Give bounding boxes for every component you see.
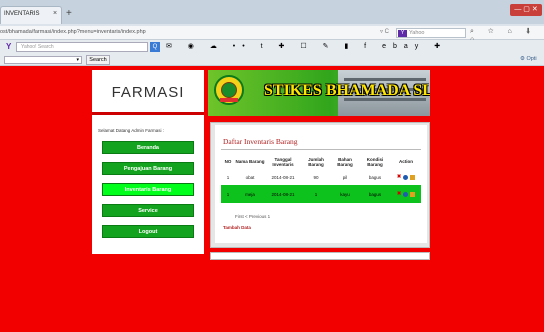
column-header-bahan: Bahan Barang: [337, 156, 353, 167]
cell-kondisi: bagus: [359, 185, 391, 203]
menu-beranda-button[interactable]: Beranda: [102, 141, 194, 154]
yahoo-icon: Y: [398, 30, 407, 37]
edit-icon[interactable]: [410, 191, 416, 197]
welcome-text: Selamat Datang Admin Farmasi :: [98, 128, 165, 133]
cell-nama: meja: [235, 185, 265, 203]
banner-divider: [208, 116, 430, 120]
reload-icon[interactable]: ▿ C: [380, 28, 389, 35]
sidebar: FARMASI Selamat Datang Admin Farmasi : B…: [92, 70, 204, 254]
cell-kondisi: bagus: [359, 169, 391, 185]
brand-title: FARMASI: [111, 84, 185, 101]
header-banner: STIKES BHAMADA SLAWI: [208, 70, 430, 116]
delete-icon[interactable]: ✖: [397, 191, 402, 197]
browser-tab[interactable]: INVENTARIS ×: [0, 6, 62, 24]
close-icon[interactable]: ×: [53, 10, 57, 17]
logo-emblem: [221, 82, 237, 98]
search-placeholder: Yahoo: [409, 30, 425, 36]
add-data-link[interactable]: Tambah Data: [223, 225, 251, 230]
cell-nama: obat: [235, 169, 265, 185]
pagination[interactable]: First < Previous 1: [235, 214, 270, 219]
toolbar-search-button[interactable]: Search: [86, 55, 110, 65]
banner-title: STIKES BHAMADA SLAWI: [264, 82, 430, 99]
browser-search-input[interactable]: Y Yahoo: [396, 28, 466, 38]
column-header-kondisi: Kondisi Barang: [366, 156, 384, 167]
search-icon[interactable]: Q: [150, 42, 160, 52]
secondary-toolbar: ▾ Search ⚙ Opti: [0, 54, 544, 66]
cell-jumlah: 90: [301, 169, 331, 185]
browser-chrome: INVENTARIS × + — ▢ ✕ ost/bhamada/farmasi…: [0, 0, 544, 66]
toolbar-search-input[interactable]: Yahoo! Search: [16, 42, 148, 52]
new-tab-button[interactable]: +: [66, 8, 72, 19]
column-header-action: Action: [399, 159, 413, 164]
menu-pengajuan-barang-button[interactable]: Pengajuan Barang: [102, 162, 194, 175]
edit-icon[interactable]: [410, 174, 416, 180]
table-header-row: NO Nama Barang Tanggal Inventaris Jumlah…: [221, 154, 421, 169]
table-row: 1 obat 2014-08-21 90 pil bagus ✖: [221, 169, 421, 185]
view-icon[interactable]: [403, 191, 409, 197]
column-header-jumlah: Jumlah Barang: [308, 156, 324, 167]
building-window-row: [344, 78, 426, 81]
column-header-nama: Nama Barang: [235, 159, 265, 164]
menu-logout-button[interactable]: Logout: [102, 225, 194, 238]
cell-bahan: kayu: [331, 185, 359, 203]
menu-service-button[interactable]: Service: [102, 204, 194, 217]
yahoo-logo-icon: Y: [6, 42, 12, 51]
cell-bahan: pil: [331, 169, 359, 185]
brand-divider: [92, 112, 204, 115]
cell-action: ✖: [391, 169, 421, 185]
toolbar-dropdown[interactable]: ▾: [4, 56, 82, 64]
table-row: 1 meja 2014-08-21 1 kayu bagus ✖: [221, 185, 421, 203]
cell-no: 1: [221, 185, 235, 203]
options-button[interactable]: ⚙ Opti: [520, 56, 537, 62]
tab-title: INVENTARIS: [4, 11, 40, 17]
column-header-no: NO: [224, 159, 232, 164]
url-text[interactable]: ost/bhamada/farmasi/index.php?menu=inven…: [0, 29, 330, 35]
menu-inventaris-barang-button[interactable]: Inventaris Barang: [102, 183, 194, 196]
yahoo-toolbar: Y Yahoo! Search Q ✉ ◉ ☁ •• t ✚ ☐ ✎ ▮ f e…: [0, 40, 544, 54]
stikes-logo-icon: [214, 75, 244, 105]
address-bar[interactable]: ost/bhamada/farmasi/index.php?menu=inven…: [0, 26, 544, 43]
tab-bar: INVENTARIS × + — ▢ ✕: [0, 0, 544, 24]
cell-jumlah: 1: [301, 185, 331, 203]
cell-no: 1: [221, 169, 235, 185]
toolbar-icons[interactable]: ✉ ◉ ☁ •• t ✚ ☐ ✎ ▮ f ebay ✚: [166, 42, 447, 50]
title-divider: [221, 149, 421, 150]
view-icon[interactable]: [403, 174, 409, 180]
delete-icon[interactable]: ✖: [397, 174, 402, 180]
inventory-table: NO Nama Barang Tanggal Inventaris Jumlah…: [221, 154, 421, 203]
content-inner: Daftar Inventaris Barang NO Nama Barang …: [215, 125, 427, 243]
logo-ribbon: [220, 98, 238, 102]
cell-tanggal: 2014-08-21: [265, 185, 301, 203]
cell-action: ✖: [391, 185, 421, 203]
column-header-tanggal: Tanggal Inventaris: [272, 156, 294, 167]
content-panel: Daftar Inventaris Barang NO Nama Barang …: [210, 122, 430, 248]
page-title: Daftar Inventaris Barang: [223, 137, 298, 146]
cell-tanggal: 2014-08-21: [265, 169, 301, 185]
footer-bar: [210, 252, 430, 260]
window-controls[interactable]: — ▢ ✕: [510, 4, 542, 16]
